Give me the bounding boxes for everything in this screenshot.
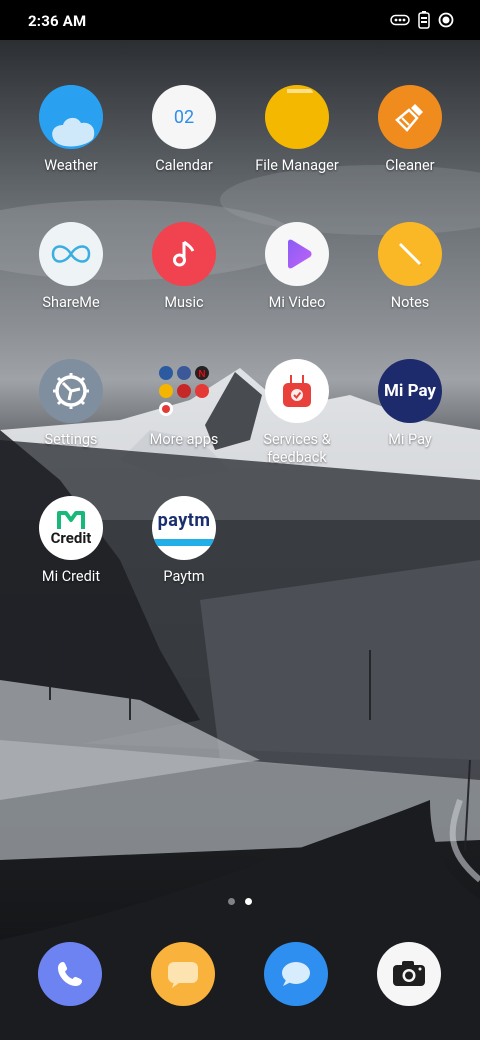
- status-icons: [390, 11, 454, 29]
- mipay-icon: Mi Pay: [378, 359, 442, 423]
- calendar-icon: 02: [152, 85, 216, 149]
- folder-icon: [265, 85, 329, 149]
- play-icon: [265, 222, 329, 286]
- app-label: Services & feedback: [263, 431, 331, 466]
- app-music[interactable]: Music: [129, 222, 239, 312]
- app-calendar[interactable]: 02 Calendar: [129, 85, 239, 175]
- app-cleaner[interactable]: Cleaner: [355, 85, 465, 175]
- app-label: More apps: [149, 431, 219, 448]
- sync-circle-icon: [438, 12, 454, 28]
- app-file-manager[interactable]: File Manager: [242, 85, 352, 175]
- app-label: Mi Credit: [41, 568, 101, 585]
- app-label: Mi Video: [268, 294, 326, 311]
- app-label: Paytm: [163, 568, 205, 585]
- dock-phone[interactable]: [38, 942, 102, 1006]
- svg-text:N: N: [198, 369, 205, 380]
- page-dot-1[interactable]: [228, 898, 235, 905]
- dock-browser[interactable]: [264, 942, 328, 1006]
- app-label: Cleaner: [385, 157, 435, 174]
- broom-icon: [378, 85, 442, 149]
- mipay-icon-text: Mi Pay: [383, 381, 436, 401]
- dock-messaging[interactable]: [151, 942, 215, 1006]
- page-indicator: [228, 898, 252, 905]
- app-label: Settings: [44, 431, 98, 448]
- app-paytm[interactable]: Paytm Paytm: [129, 496, 239, 586]
- app-label: Weather: [44, 157, 98, 174]
- camera-icon: [393, 961, 425, 986]
- paytm-stripe: [152, 539, 216, 546]
- chat-bubble-icon: [168, 962, 198, 988]
- service-bag-icon: [265, 359, 329, 423]
- battery-icon: [418, 11, 430, 29]
- paytm-icon: Paytm: [152, 496, 216, 560]
- status-bar: 2:36 AM: [0, 0, 480, 40]
- phone-icon: [58, 962, 82, 986]
- browser-bubble-icon: [282, 962, 310, 986]
- more-dots-icon: [390, 14, 410, 26]
- app-settings[interactable]: Settings: [16, 359, 126, 449]
- app-label: Notes: [390, 294, 430, 311]
- app-mi-pay[interactable]: Mi Pay Mi Pay: [355, 359, 465, 449]
- app-weather[interactable]: Weather: [16, 85, 126, 175]
- micredit-icon: Credit: [39, 496, 103, 560]
- infinity-icon: [39, 222, 103, 286]
- music-note-icon: [152, 222, 216, 286]
- app-label: Calendar: [155, 157, 213, 174]
- app-mi-credit[interactable]: Credit Mi Credit: [16, 496, 126, 586]
- app-label: Mi Pay: [388, 431, 432, 448]
- app-folder-more-apps[interactable]: N More apps: [129, 359, 239, 449]
- page-dot-2[interactable]: [245, 898, 252, 905]
- app-label: File Manager: [255, 157, 339, 174]
- app-notes[interactable]: Notes: [355, 222, 465, 312]
- pencil-icon: [378, 222, 442, 286]
- paytm-icon-text: Paytm: [157, 510, 211, 531]
- gear-icon: [39, 359, 103, 423]
- app-label: ShareMe: [42, 294, 100, 311]
- app-shareme[interactable]: ShareMe: [16, 222, 126, 312]
- app-label: Music: [164, 294, 204, 311]
- app-mi-video[interactable]: Mi Video: [242, 222, 352, 312]
- calendar-date: 02: [173, 106, 195, 128]
- micredit-icon-text: Credit: [50, 529, 92, 547]
- app-services-feedback[interactable]: Services & feedback: [242, 359, 352, 467]
- dock-camera[interactable]: [377, 942, 441, 1006]
- weather-icon: [39, 85, 103, 149]
- status-time: 2:36 AM: [28, 12, 87, 30]
- folder-grid-icon: N: [152, 359, 216, 423]
